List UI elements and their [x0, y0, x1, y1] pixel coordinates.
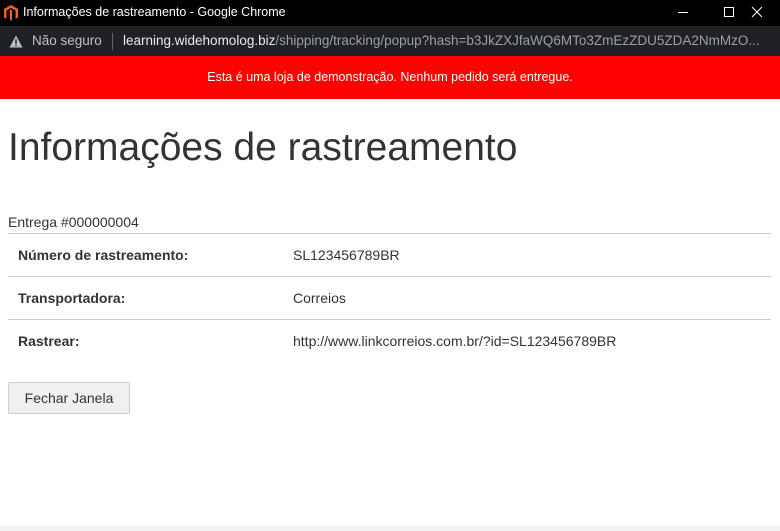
row-label-track: Rastrear:: [18, 333, 80, 350]
tracking-info-table: Número de rastreamento: SL123456789BR Tr…: [8, 233, 771, 363]
table-row: Transportadora: Correios: [8, 276, 771, 320]
warning-triangle-icon[interactable]: [9, 35, 23, 48]
table-row: Número de rastreamento: SL123456789BR: [8, 233, 771, 277]
close-icon[interactable]: [734, 0, 780, 26]
minimize-icon[interactable]: [660, 0, 706, 26]
address-bar[interactable]: Não seguro learning.widehomolog.biz/ship…: [0, 26, 780, 56]
shipment-caption: Entrega #000000004: [8, 214, 139, 230]
table-row: Rastrear: http://www.linkcorreios.com.br…: [8, 319, 771, 363]
row-label-tracking-number: Número de rastreamento:: [18, 247, 189, 263]
address-separator: [112, 33, 113, 50]
row-value-carrier: Correios: [293, 290, 346, 306]
page-title: Informações de rastreamento: [8, 126, 518, 169]
row-value-tracking-number: SL123456789BR: [293, 247, 400, 263]
url-host: learning.widehomolog.biz: [123, 33, 276, 48]
window-title: Informações de rastreamento - Google Chr…: [23, 5, 286, 19]
demo-store-banner: Esta é uma loja de demonstração. Nenhum …: [0, 56, 780, 99]
window-titlebar: Informações de rastreamento - Google Chr…: [0, 0, 780, 26]
security-status-label[interactable]: Não seguro: [32, 33, 102, 48]
magento-logo-icon: [4, 5, 18, 21]
row-label-carrier: Transportadora:: [18, 290, 126, 306]
window-bottom-edge: [0, 526, 780, 531]
url-field[interactable]: learning.widehomolog.biz/shipping/tracki…: [123, 33, 775, 48]
url-path: /shipping/tracking/popup?hash=b3JkZXJfaW…: [275, 33, 760, 48]
close-window-button[interactable]: Fechar Janela: [8, 382, 130, 414]
row-value-track-url: http://www.linkcorreios.com.br/?id=SL123…: [293, 333, 617, 350]
